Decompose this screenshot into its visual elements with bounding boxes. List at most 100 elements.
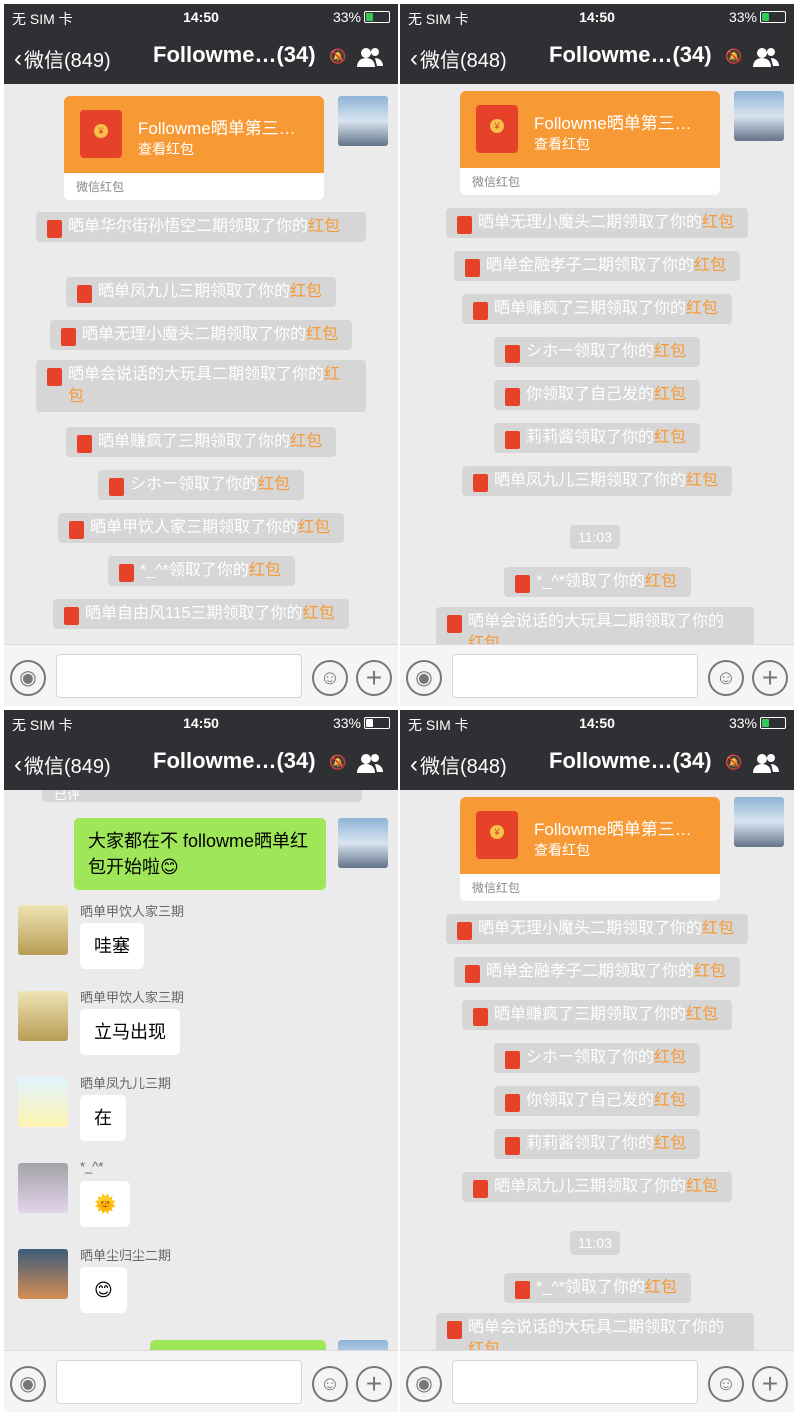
sender-avatar[interactable] (18, 1163, 68, 1213)
back-button[interactable]: ‹ 微信(849) (14, 750, 111, 779)
red-packet-subtitle: 查看红包 (138, 141, 194, 157)
red-packet-card[interactable]: Followme晒单第三… 查看红包微信红包 (460, 91, 720, 195)
red-packet-footer: 微信红包 (472, 881, 521, 895)
emoji-button[interactable]: ☺ (708, 660, 744, 696)
voice-button[interactable]: ◉ (406, 1366, 442, 1402)
notice-text: 晒单华尔街孙悟空二期领取了你的 (68, 218, 309, 235)
notice-text: 晒单甲饮人家三期领取了你的 (90, 519, 299, 536)
message-input[interactable] (56, 654, 302, 698)
emoji-button[interactable]: ☺ (312, 1366, 348, 1402)
group-members-icon[interactable] (752, 752, 780, 774)
red-packet-link[interactable]: 红包 (654, 386, 686, 403)
my-avatar[interactable] (734, 91, 784, 141)
emoji-button[interactable]: ☺ (708, 1366, 744, 1402)
red-packet-card[interactable]: Followme晒单第三… 查看红包微信红包 (64, 96, 324, 200)
notice-text: *_^*领取了你的 (536, 1279, 645, 1296)
my-avatar[interactable] (338, 1340, 388, 1350)
red-packet-link[interactable]: 红包 (686, 300, 718, 317)
notice-text: 晒单会说话的大玩具二期领取了你 (468, 1319, 709, 1336)
red-packet-link[interactable]: 红包 (654, 1135, 686, 1152)
red-packet-link[interactable]: 红包 (654, 343, 686, 360)
red-packet-link[interactable]: 红包 (258, 476, 290, 493)
red-packet-title: Followme晒单第三… (534, 114, 692, 133)
group-members-icon[interactable] (356, 46, 384, 68)
red-packet-link[interactable]: 红包 (686, 1178, 718, 1195)
red-packet-body: Followme晒单第三… 查看红包 (460, 797, 720, 874)
red-packet-link[interactable]: 红包 (298, 519, 330, 536)
system-notice: 晒单凤九儿三期领取了你的红包 (66, 277, 337, 307)
red-packet-link[interactable]: 红包 (702, 214, 734, 231)
more-button[interactable]: + (356, 1366, 392, 1402)
my-message-bubble-partial[interactable] (150, 1340, 326, 1350)
received-message-bubble[interactable]: 立马出现 (80, 1009, 180, 1055)
voice-button[interactable]: ◉ (10, 660, 46, 696)
red-packet-link[interactable]: 红包 (290, 283, 322, 300)
red-packet-link[interactable]: 红包 (654, 429, 686, 446)
red-packet-link[interactable]: 红包 (686, 1006, 718, 1023)
emoji-button[interactable]: ☺ (312, 660, 348, 696)
red-packet-link[interactable]: 红包 (654, 1092, 686, 1109)
more-button[interactable]: + (752, 660, 788, 696)
group-members-icon[interactable] (356, 752, 384, 774)
back-button[interactable]: ‹ 微信(849) (14, 44, 111, 73)
red-packet-link[interactable]: 红包 (468, 635, 500, 644)
sender-avatar[interactable] (18, 1077, 68, 1127)
battery-percent: 33% (332, 715, 361, 731)
red-packet-link[interactable]: 红包 (249, 562, 281, 579)
red-packet-link[interactable]: 红包 (303, 605, 335, 622)
received-message-bubble[interactable]: 🌞 (80, 1181, 131, 1227)
sender-avatar[interactable] (18, 991, 68, 1041)
red-envelope-mini-icon (109, 478, 124, 496)
my-avatar[interactable] (734, 797, 784, 847)
received-message-bubble[interactable]: 在 (80, 1095, 126, 1141)
back-button[interactable]: ‹ 微信(848) (410, 750, 507, 779)
notice-text: 晒单凤九儿三期领取了你的 (494, 472, 687, 489)
back-button[interactable]: ‹ 微信(848) (410, 44, 507, 73)
red-packet-link[interactable]: 红包 (694, 963, 726, 980)
system-notice: 晒单会说话的大玩具二期领取了你的红包 (436, 1313, 754, 1350)
red-packet-link[interactable]: 红包 (290, 433, 322, 450)
message-input[interactable] (452, 654, 698, 698)
red-envelope-mini-icon (457, 922, 472, 940)
voice-button[interactable]: ◉ (10, 1366, 46, 1402)
received-message-bubble[interactable]: 😊 (80, 1267, 127, 1313)
notice-text: 晒单凤九儿三期领取了你的 (98, 283, 291, 300)
sender-avatar[interactable] (18, 905, 68, 955)
received-message-bubble[interactable]: 哇塞 (80, 923, 144, 969)
my-message-bubble[interactable]: 大家都在不 followme晒单红包开始啦😊 (74, 818, 326, 890)
message-input[interactable] (452, 1360, 698, 1404)
red-packet-link[interactable]: 红包 (702, 920, 734, 937)
notice-text: 莉莉酱领取了你的 (526, 1135, 655, 1152)
red-packet-link[interactable]: 红包 (645, 1279, 677, 1296)
battery-percent: 33% (728, 9, 757, 25)
more-button[interactable]: + (356, 660, 392, 696)
voice-button[interactable]: ◉ (406, 660, 442, 696)
system-notice: 晒单赚疯了三期领取了你的红包 (66, 427, 337, 457)
more-button[interactable]: + (752, 1366, 788, 1402)
red-packet-link[interactable]: 红包 (468, 1341, 500, 1350)
red-packet-link[interactable]: 红包 (686, 472, 718, 489)
red-envelope-mini-icon (473, 302, 488, 320)
my-avatar[interactable] (338, 818, 388, 868)
system-notice: 莉莉酱领取了你的红包 (494, 1129, 701, 1159)
phone-screenshot-3: 无 SIM 卡 14:50 33% ‹ 微信(849) Followme…(34) 🔕 已评大… (4, 710, 398, 1412)
red-packet-link[interactable]: 红包 (654, 1049, 686, 1066)
red-packet-card[interactable]: Followme晒单第三… 查看红包微信红包 (460, 797, 720, 901)
chevron-left-icon: ‹ (14, 44, 22, 72)
sender-avatar[interactable] (18, 1249, 68, 1299)
chevron-left-icon: ‹ (410, 44, 418, 72)
group-members-icon[interactable] (752, 46, 780, 68)
red-packet-link[interactable]: 红包 (308, 218, 340, 235)
notice-text: 晒单会说话的大玩具二期领取了你的 (68, 366, 325, 383)
back-label: 微信(848) (420, 50, 507, 72)
chat-title: Followme…(34) (153, 42, 316, 67)
notice-text: 晒单金融孝子二期领取了你的 (486, 963, 695, 980)
red-packet-link[interactable]: 红包 (645, 573, 677, 590)
red-packet-link[interactable]: 红包 (306, 326, 338, 343)
my-avatar[interactable] (338, 96, 388, 146)
red-envelope-icon (476, 811, 518, 859)
notice-text: 晒单无理小魔头二期领取了你的 (478, 920, 703, 937)
battery-indicator: 33% (729, 715, 786, 731)
red-packet-link[interactable]: 红包 (694, 257, 726, 274)
message-input[interactable] (56, 1360, 302, 1404)
